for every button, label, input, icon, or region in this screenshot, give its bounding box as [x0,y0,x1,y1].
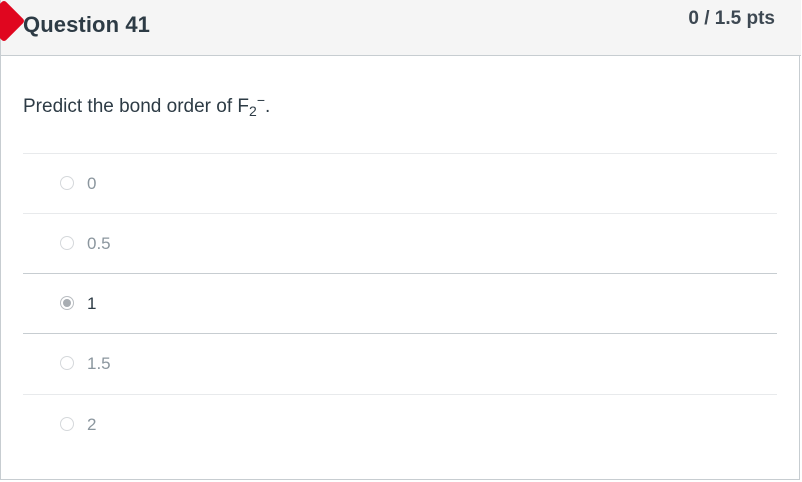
prompt-superscript: − [256,92,265,108]
answer-list: 0 0.5 1 1.5 2 [23,153,777,454]
question-prompt: Predict the bond order of F2−. [23,92,271,119]
answer-option-selected[interactable]: 1 [23,273,777,334]
question-title: Question 41 [23,12,151,37]
question-points: 0 / 1.5 pts [688,8,775,29]
answer-label: 0.5 [87,234,111,253]
incorrect-flag-icon [0,0,26,43]
answer-option[interactable]: 1.5 [23,334,777,394]
question-header: Question 41 0 / 1.5 pts [0,0,801,56]
prompt-prefix: Predict the bond order of F [23,96,250,117]
answer-label: 1.5 [87,354,111,373]
prompt-subscript: 2 [249,103,257,119]
answer-option[interactable]: 0 [23,153,777,213]
radio-button[interactable] [60,417,74,431]
answer-option[interactable]: 0.5 [23,213,777,273]
answer-label: 0 [87,174,97,193]
radio-button[interactable] [60,236,74,250]
question-card: Question 41 0 / 1.5 pts Predict the bond… [0,0,801,480]
prompt-suffix: . [265,96,271,117]
radio-button[interactable] [60,176,74,190]
radio-button[interactable] [60,356,74,370]
answer-option[interactable]: 2 [23,394,777,454]
answer-label: 1 [87,294,97,313]
answer-label: 2 [87,415,97,434]
radio-button-checked[interactable] [60,296,74,310]
